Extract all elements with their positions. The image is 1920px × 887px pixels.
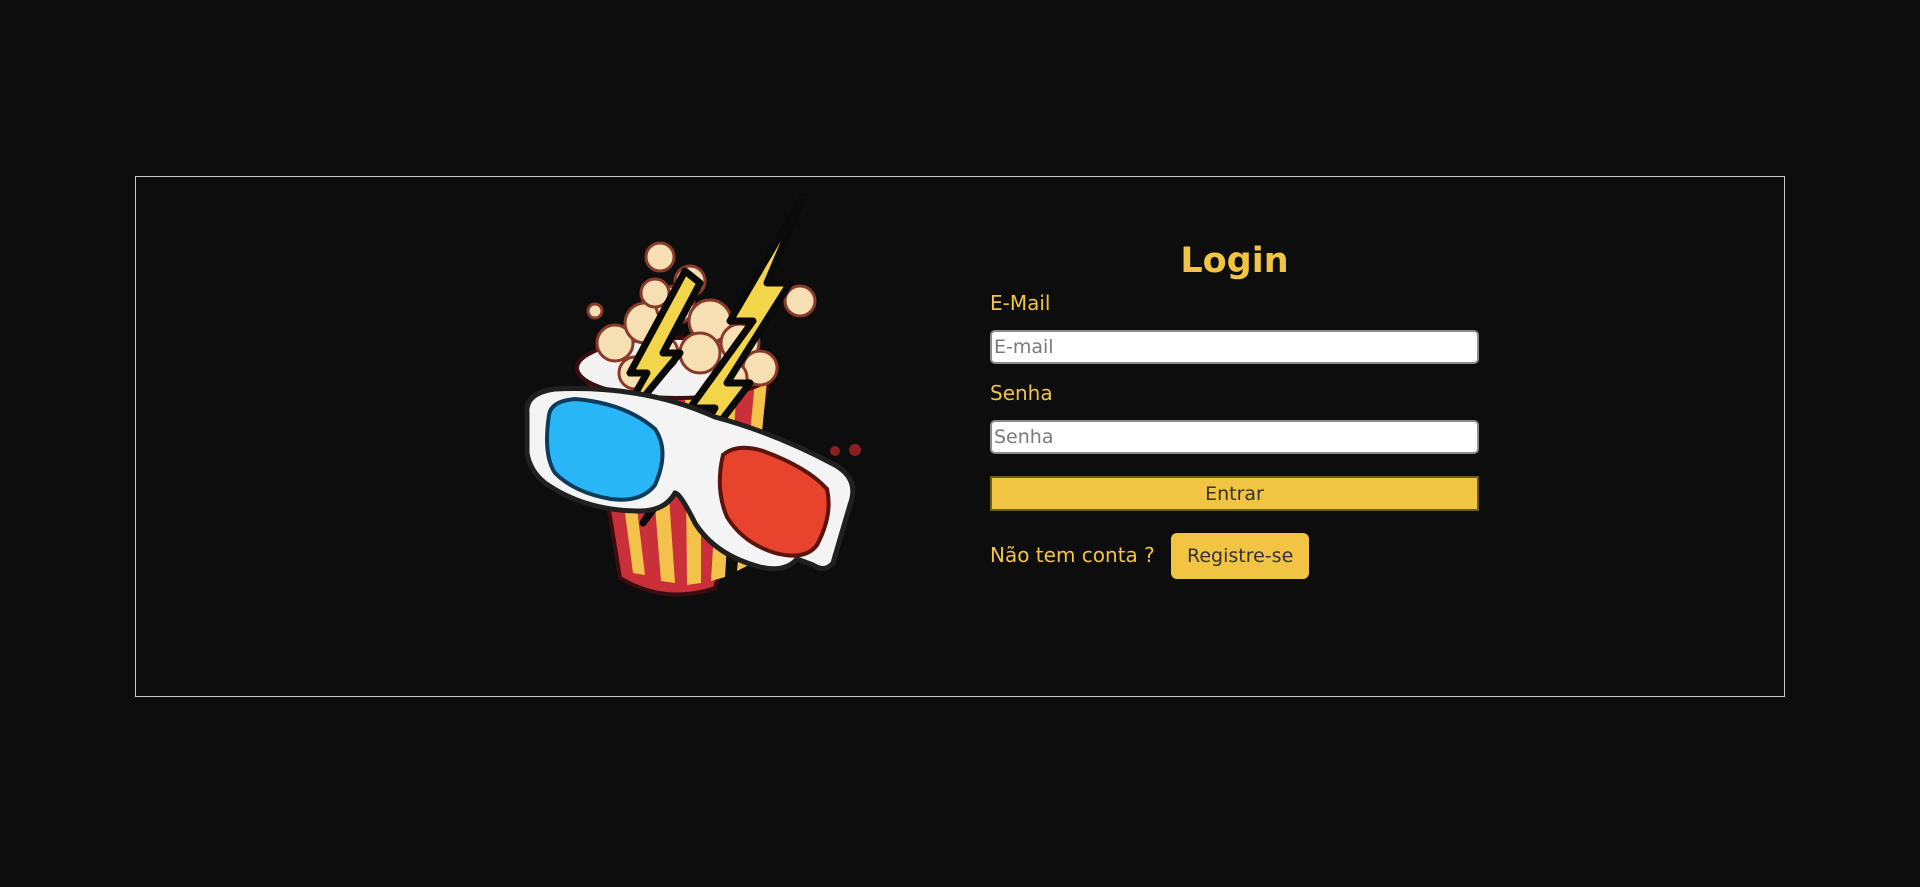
register-row: Não tem conta ? Registre-se [990,533,1479,581]
password-label: Senha [990,381,1053,405]
login-form: Login E-Mail Senha Entrar Não tem conta … [990,236,1479,581]
email-label: E-Mail [990,291,1051,315]
popcorn-logo-icon [515,193,875,613]
login-submit-button[interactable]: Entrar [990,476,1479,511]
email-input[interactable] [990,330,1479,364]
password-input[interactable] [990,420,1479,454]
no-account-text: Não tem conta ? [990,543,1155,567]
page-title: Login [1180,241,1289,281]
login-card [135,176,1785,697]
register-button[interactable]: Registre-se [1171,533,1310,579]
popcorn-kernels-icon [586,241,817,397]
